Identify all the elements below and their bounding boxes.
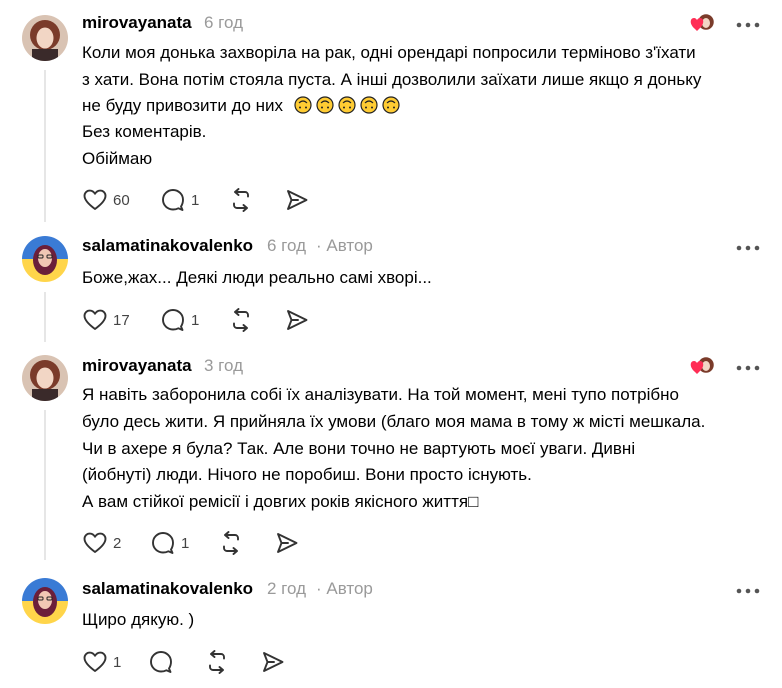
reply-button[interactable]: 1 xyxy=(151,530,189,556)
upside-down-face-emoji xyxy=(382,96,400,114)
like-button[interactable]: 2 xyxy=(83,530,121,556)
repost-icon xyxy=(233,308,249,332)
thread-line xyxy=(44,410,46,560)
repost-button[interactable] xyxy=(205,649,229,675)
upside-down-face-emoji xyxy=(360,96,378,114)
emoji-row xyxy=(294,96,404,115)
heart-icon xyxy=(83,651,107,672)
reply-count: 1 xyxy=(191,191,200,209)
creator-liked-badge xyxy=(689,355,717,375)
repost-button[interactable] xyxy=(229,307,253,333)
timestamp[interactable]: 3 год xyxy=(204,356,243,376)
username[interactable]: mirovayanata xyxy=(82,356,192,376)
comment-text-line: (йобнуті) люди. Нічого не поробиш. Вони … xyxy=(82,465,532,484)
like-count: 17 xyxy=(113,311,130,329)
author-badge: · Автор xyxy=(316,236,373,255)
comment-text-line: Чи в ахере я була? Так. Але вони точно н… xyxy=(82,439,636,458)
comment-bubble-icon xyxy=(150,651,172,673)
more-dots-icon[interactable] xyxy=(736,583,760,594)
share-button[interactable] xyxy=(261,649,285,675)
username[interactable]: mirovayanata xyxy=(82,13,192,33)
repost-button[interactable] xyxy=(219,530,243,556)
like-button[interactable]: 60 xyxy=(83,187,130,213)
reply-count: 1 xyxy=(181,534,190,552)
share-icon xyxy=(263,652,284,672)
comment-text: не буду привозити до них xyxy=(82,96,284,115)
username[interactable]: salamatinakovalenko xyxy=(82,236,253,256)
reply-count: 1 xyxy=(191,311,200,329)
heart-icon xyxy=(83,532,107,553)
upside-down-face-emoji xyxy=(338,96,356,114)
share-button[interactable] xyxy=(285,187,309,213)
timestamp[interactable]: 2 год xyxy=(267,579,306,599)
share-icon xyxy=(277,533,298,553)
comment-bubble-icon xyxy=(152,532,174,554)
timestamp[interactable]: 6 год xyxy=(204,13,243,33)
comment-text-line: було десь жити. Я прийняла їх умови (бла… xyxy=(82,412,706,431)
repost-icon xyxy=(209,650,225,674)
comment-bubble-icon xyxy=(162,309,184,331)
heart-icon xyxy=(83,189,107,210)
reply-button[interactable]: 1 xyxy=(161,307,199,333)
more-dots-icon[interactable] xyxy=(736,17,760,28)
username[interactable]: salamatinakovalenko xyxy=(82,579,253,599)
avatar-salamatinakovalenko[interactable] xyxy=(22,236,68,282)
author-badge: · Автор xyxy=(316,579,373,598)
heart-icon xyxy=(83,309,107,330)
comment-text-line: Коли моя донька захворіла на рак, одні о… xyxy=(82,43,696,62)
like-count: 1 xyxy=(113,653,122,671)
comment-bubble-icon xyxy=(162,189,184,211)
upside-down-face-emoji xyxy=(316,96,334,114)
like-button[interactable]: 1 xyxy=(83,649,121,675)
comment-text-line: Без коментарів. xyxy=(82,122,207,141)
repost-icon xyxy=(223,531,239,555)
comment-text-line: Щиро дякую. ) xyxy=(82,610,195,629)
reply-button[interactable]: 1 xyxy=(161,187,199,213)
upside-down-face-emoji xyxy=(294,96,312,114)
like-count: 2 xyxy=(113,534,122,552)
repost-icon xyxy=(233,188,249,212)
repost-button[interactable] xyxy=(229,187,253,213)
share-button[interactable] xyxy=(275,530,299,556)
creator-liked-badge xyxy=(689,12,717,32)
avatar-mirovayanata[interactable] xyxy=(22,15,68,61)
comment-text-line: Я навіть заборонила собі їх аналізувати.… xyxy=(82,385,679,404)
comment-text-line: з хати. Вона потім стояла пуста. А інші … xyxy=(82,70,702,89)
comment-text-line: Обіймаю xyxy=(82,149,153,168)
comment-text-line-with-emoji: не буду привозити до них xyxy=(82,92,404,120)
thread-line xyxy=(44,70,46,222)
avatar-mirovayanata[interactable] xyxy=(22,355,68,401)
timestamp[interactable]: 6 год xyxy=(267,236,306,256)
share-icon xyxy=(287,310,308,330)
comment-text-line: А вам стійкої ремісії і довгих років які… xyxy=(82,492,479,511)
like-count: 60 xyxy=(113,191,130,209)
share-icon xyxy=(287,190,308,210)
reply-button[interactable] xyxy=(149,649,173,675)
like-button[interactable]: 17 xyxy=(83,307,130,333)
more-dots-icon[interactable] xyxy=(736,360,760,371)
thread-line xyxy=(44,292,46,342)
comment-text-line: Боже,жах... Деякі люди реально самі хвор… xyxy=(82,268,432,287)
avatar-salamatinakovalenko[interactable] xyxy=(22,578,68,624)
share-button[interactable] xyxy=(285,307,309,333)
more-dots-icon[interactable] xyxy=(736,240,760,251)
